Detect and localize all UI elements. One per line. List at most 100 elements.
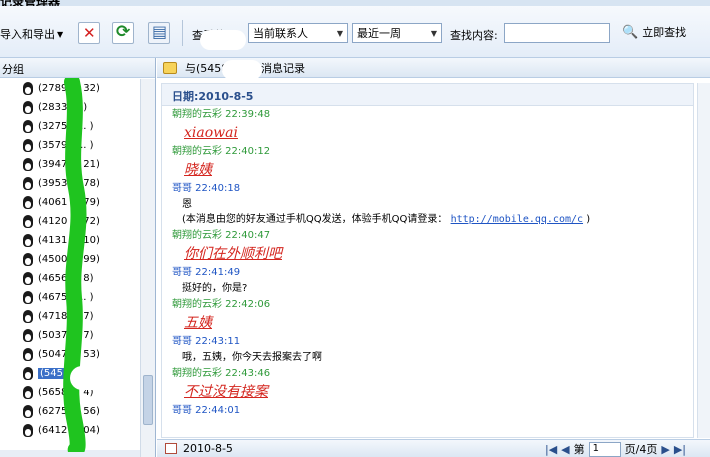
search-input[interactable] [504,23,610,43]
contact-item[interactable]: (3947 ... 21) [0,155,140,174]
next-page-icon[interactable]: ▶ [661,443,669,456]
prev-page-icon[interactable]: ◀ [561,443,569,456]
contact-item[interactable]: (4718 ... 7) [0,307,140,326]
qq-penguin-icon [22,252,34,267]
search-icon: 🔍 [622,24,639,40]
contact-item[interactable]: (4131 ... 10) [0,231,140,250]
message-body: 哦，五姨，你今天去报案去了啊 [182,352,322,363]
redaction-blot [200,30,246,50]
qq-penguin-icon [22,366,34,381]
qq-penguin-icon [22,290,34,305]
contact-label: (4061 ... 79) [38,197,100,208]
contact-item[interactable]: (46750 ... ) [0,288,140,307]
chevron-down-icon: ▼ [430,28,437,38]
last-page-icon[interactable]: ▶| [674,443,686,456]
first-page-icon[interactable]: |◀ [545,443,557,456]
toolbar-divider [182,20,183,46]
contact-item[interactable]: (4120 ... 72) [0,212,140,231]
contact-item[interactable]: (4061 ... 79) [0,193,140,212]
contact-item[interactable]: (5047 ... 53) [0,345,140,364]
contact-label: (3953 ... 78) [38,178,100,189]
page-prefix: 第 [573,443,585,456]
contact-item[interactable]: (4656 ... 8) [0,269,140,288]
qq-penguin-icon [22,271,34,286]
import-export-label: 导入和导出 [0,28,55,41]
contact-item[interactable]: (5658 ... 4) [0,383,140,402]
qq-penguin-icon [22,328,34,343]
message-sender: 朝翔的云彩 22:40:12 [172,146,271,157]
import-export-menu[interactable]: 导入和导出 ▼ [0,26,63,42]
contact-label: (46750 ... ) [38,292,94,303]
message-body: 五姨 [184,315,212,331]
refresh-icon[interactable] [112,22,134,44]
message-body: 你们在外顺利吧 [184,246,282,262]
contact-panel: 分组 (2789 ... 32) (2833 ... ) (32752 ... )(… [0,58,156,457]
qq-penguin-icon [22,138,34,153]
find-button-label: 立即查找 [642,26,687,39]
page-input[interactable]: 1 [588,441,621,457]
contact-scrollbar[interactable] [140,79,155,457]
contact-label: (2833 ... ) [38,102,88,113]
find-button[interactable]: 🔍 立即查找 [622,24,686,40]
search-label: 查找内容: [450,29,498,42]
qq-penguin-icon [22,195,34,210]
qq-penguin-icon [22,309,34,324]
contact-item[interactable]: (4500 ... 99) [0,250,140,269]
contact-label: (32752 ... ) [38,121,94,132]
message-body: 挺好的，你是? [182,283,248,294]
contact-item[interactable]: (6275 ... 56) [0,402,140,421]
message-body: 不过没有接案 [184,384,268,400]
qq-penguin-icon [22,233,34,248]
message-scrollbar[interactable] [697,83,710,438]
toolbar: 导入和导出 ▼ 查看范围: 当前联系人 ▼ 最近一周 ▼ 查找内容: 🔍 立即查… [0,6,710,58]
contact-label: (5047 ... 53) [38,349,100,360]
contact-label: (4656 ... 8) [38,273,94,284]
message-sender: 哥哥 22:40:18 [172,183,241,194]
qq-penguin-icon [22,385,34,400]
contact-item[interactable]: (32752 ... ) [0,117,140,136]
mobile-qq-link[interactable]: http://mobile.qq.com/c [451,214,583,225]
qq-penguin-icon [22,100,34,115]
contact-label: (4500 ... 99) [38,254,100,265]
contact-label: (2789 ... 32) [38,83,100,94]
period-select-value: 最近一周 [357,27,401,40]
message-sender: 哥哥 22:44:01 [172,405,241,416]
contact-item[interactable]: (3953 ... 78) [0,174,140,193]
message-sender: 朝翔的云彩 22:43:46 [172,368,271,379]
message-sender: 朝翔的云彩 22:42:06 [172,299,271,310]
bottom-date: 2010-8-5 [183,442,233,455]
manager-icon[interactable] [148,22,170,44]
qq-penguin-icon [22,176,34,191]
group-header: 分组 [0,58,155,78]
qq-penguin-icon [22,347,34,362]
qq-penguin-icon [22,157,34,172]
contact-label: (5037 ... 7) [38,330,94,341]
contact-item[interactable]: (5037 ... 7) [0,326,140,345]
contact-label: (6412 ... 04) [38,425,100,436]
contact-horizontal-scrollbar[interactable] [0,450,140,457]
message-area: 日期:2010-8-5 朝翔的云彩 22:39:48 xiaowai 朝翔的云彩 2… [161,83,694,438]
scrollbar-thumb[interactable] [143,375,153,425]
bottom-bar: 2010-8-5 |◀ ◀ 第 1 页/4页 ▶ ▶| [157,439,710,457]
contact-list: (2789 ... 32) (2833 ... ) (32752 ... ) (357… [0,79,140,451]
message-panel: 与(5458 ... )的消息记录 日期:2010-8-5 朝翔的云彩 22:3… [157,58,710,457]
contact-label: (4131 ... 10) [38,235,100,246]
message-body: 晓姨 [184,162,212,178]
date-header: 日期:2010-8-5 [162,84,693,106]
message-sender: 朝翔的云彩 22:40:47 [172,230,271,241]
calendar-icon[interactable] [165,443,177,454]
qq-penguin-icon [22,214,34,229]
contact-item[interactable]: (2789 ... 32) [0,79,140,98]
message-icon [163,61,177,74]
contact-item[interactable]: (35793 ... ) [0,136,140,155]
message-sender: 哥哥 22:43:11 [172,336,241,347]
contact-select[interactable]: 当前联系人 ▼ [248,23,348,43]
period-select[interactable]: 最近一周 ▼ [352,23,442,43]
delete-icon[interactable] [78,22,100,44]
message-note: (本消息由您的好友通过手机QQ发送，体验手机QQ请登录： http://mobi… [172,212,693,227]
contact-item[interactable]: (6412 ... 04) [0,421,140,440]
note-text: (本消息由您的好友通过手机QQ发送，体验手机QQ请登录： [182,214,451,225]
contact-item[interactable]: (2833 ... ) [0,98,140,117]
qq-penguin-icon [22,81,34,96]
contact-label: (4120 ... 72) [38,216,100,227]
